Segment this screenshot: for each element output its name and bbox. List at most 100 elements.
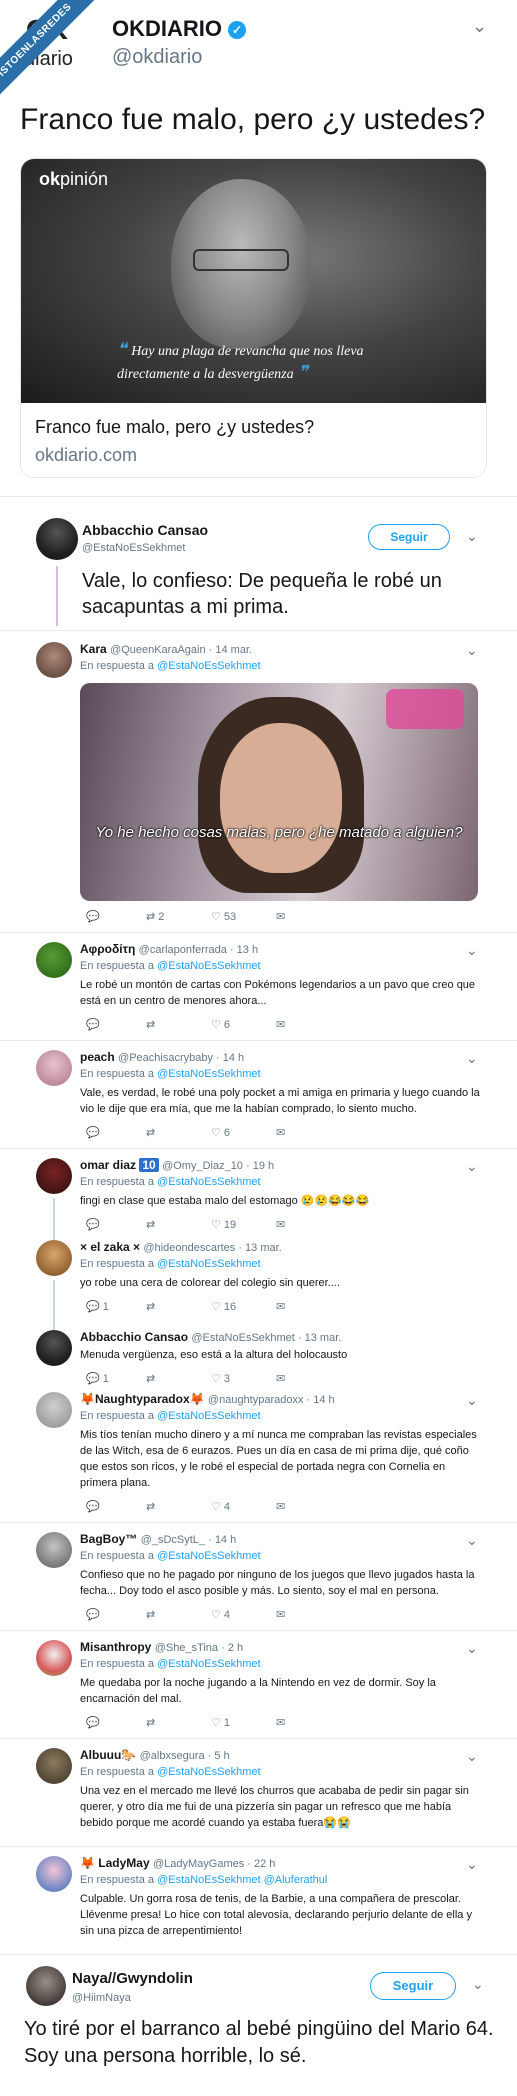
follow-button[interactable]: Seguir: [370, 1972, 456, 2000]
link-card[interactable]: okpinión ❝ Hay una plaga de revancha que…: [20, 158, 487, 478]
chevron-down-icon[interactable]: ⌄: [466, 528, 478, 545]
heart-icon[interactable]: ♡ 1: [211, 1716, 230, 1729]
reply-to-link[interactable]: @EstaNoEsSekhmet: [157, 1258, 261, 1270]
reply-icon[interactable]: 💬: [86, 1218, 100, 1231]
heart-icon[interactable]: ♡ 16: [211, 1300, 236, 1313]
user-name[interactable]: Misanthropy @She_sTina · 2 h: [80, 1640, 243, 1654]
avatar[interactable]: [36, 1532, 72, 1568]
user-name[interactable]: omar diaz 10 @Omy_Diaz_10 · 19 h: [80, 1158, 274, 1172]
account-handle[interactable]: @okdiario: [112, 46, 202, 69]
avatar[interactable]: [36, 1050, 72, 1086]
reply-to-link[interactable]: @EstaNoEsSekhmet: [157, 960, 261, 972]
avatar[interactable]: [36, 1640, 72, 1676]
user-name[interactable]: Kara @QueenKaraAgain · 14 mar.: [80, 642, 252, 656]
gif-media[interactable]: Yo he hecho cosas malas, pero ¿he matado…: [80, 683, 478, 901]
user-name[interactable]: 🦊 LadyMay @LadyMayGames · 22 h: [80, 1856, 275, 1870]
user-handle[interactable]: @Omy_Diaz_10 · 19 h: [162, 1160, 274, 1172]
avatar[interactable]: [36, 1330, 72, 1366]
reply-to-link[interactable]: @EstaNoEsSekhmet: [157, 660, 261, 672]
user-handle[interactable]: @QueenKaraAgain · 14 mar.: [110, 644, 252, 656]
avatar[interactable]: [26, 1966, 66, 2006]
avatar[interactable]: [36, 1856, 72, 1892]
user-name[interactable]: × el zaka × @hideondescartes · 13 mar.: [80, 1240, 282, 1254]
reply-to-link[interactable]: @EstaNoEsSekhmet @Aluferathul: [157, 1874, 327, 1886]
dm-icon[interactable]: ✉: [276, 1608, 285, 1621]
chevron-down-icon[interactable]: ⌄: [466, 1532, 478, 1549]
user-handle[interactable]: @carlaponferrada · 13 h: [139, 944, 258, 956]
retweet-icon[interactable]: ⇄: [146, 1218, 155, 1231]
reply-to-link[interactable]: @EstaNoEsSekhmet: [157, 1410, 261, 1422]
avatar[interactable]: [36, 518, 78, 560]
user-handle[interactable]: @EstaNoEsSekhmet: [82, 542, 186, 554]
avatar[interactable]: [36, 1240, 72, 1276]
avatar[interactable]: [36, 642, 72, 678]
chevron-down-icon[interactable]: ⌄: [466, 1392, 478, 1409]
heart-icon[interactable]: ♡ 4: [211, 1500, 230, 1513]
user-name[interactable]: Albuuu🐎 @albxsegura · 5 h: [80, 1748, 230, 1762]
heart-icon[interactable]: ♡ 6: [211, 1018, 230, 1031]
dm-icon[interactable]: ✉: [276, 1018, 285, 1031]
chevron-down-icon[interactable]: ⌄: [466, 1158, 478, 1175]
user-handle[interactable]: @EstaNoEsSekhmet · 13 mar.: [191, 1332, 341, 1344]
user-handle[interactable]: @_sDcSytL_ · 14 h: [141, 1534, 237, 1546]
reply-icon[interactable]: 💬: [86, 1500, 100, 1513]
reply-icon[interactable]: 💬 1: [86, 1372, 109, 1385]
heart-icon[interactable]: ♡ 4: [211, 1608, 230, 1621]
heart-icon[interactable]: ♡ 3: [211, 1372, 230, 1385]
chevron-down-icon[interactable]: ⌄: [466, 1856, 478, 1873]
retweet-icon[interactable]: ⇄: [146, 1300, 155, 1313]
reply-to-link[interactable]: @EstaNoEsSekhmet: [157, 1658, 261, 1670]
user-name[interactable]: Αφροδίτη @carlaponferrada · 13 h: [80, 942, 258, 956]
user-handle[interactable]: @She_sTina · 2 h: [155, 1642, 243, 1654]
reply-icon[interactable]: 💬: [86, 1126, 100, 1139]
user-name[interactable]: 🦊Naughtyparadox🦊 @naughtyparadoxx · 14 h: [80, 1392, 335, 1406]
reply-to-link[interactable]: @EstaNoEsSekhmet: [157, 1550, 261, 1562]
chevron-down-icon[interactable]: ⌄: [466, 942, 478, 959]
dm-icon[interactable]: ✉: [276, 1126, 285, 1139]
retweet-icon[interactable]: ⇄: [146, 1372, 155, 1385]
user-handle[interactable]: @LadyMayGames · 22 h: [153, 1858, 275, 1870]
reply-icon[interactable]: 💬: [86, 1716, 100, 1729]
chevron-down-icon[interactable]: ⌄: [466, 1748, 478, 1765]
chevron-down-icon[interactable]: ⌄: [472, 16, 487, 37]
heart-icon[interactable]: ♡ 19: [211, 1218, 236, 1231]
reply-to-link[interactable]: @EstaNoEsSekhmet: [157, 1766, 261, 1778]
reply-to-link[interactable]: @EstaNoEsSekhmet: [157, 1068, 261, 1080]
user-name[interactable]: peach @Peachisacrybaby · 14 h: [80, 1050, 244, 1064]
user-name[interactable]: Abbacchio Cansao: [82, 522, 208, 538]
heart-icon[interactable]: ♡ 6: [211, 1126, 230, 1139]
dm-icon[interactable]: ✉: [276, 1372, 285, 1385]
chevron-down-icon[interactable]: ⌄: [466, 1640, 478, 1657]
follow-button[interactable]: Seguir: [368, 524, 450, 550]
user-name[interactable]: Abbacchio Cansao @EstaNoEsSekhmet · 13 m…: [80, 1330, 341, 1344]
user-handle[interactable]: @hideondescartes · 13 mar.: [143, 1242, 281, 1254]
user-handle[interactable]: @Peachisacrybaby · 14 h: [118, 1052, 244, 1064]
reply-icon[interactable]: 💬: [86, 1608, 100, 1621]
dm-icon[interactable]: ✉: [276, 1218, 285, 1231]
avatar[interactable]: [36, 942, 72, 978]
reply-to-link[interactable]: @EstaNoEsSekhmet: [157, 1176, 261, 1188]
chevron-down-icon[interactable]: ⌄: [466, 642, 478, 659]
chevron-down-icon[interactable]: ⌄: [466, 1050, 478, 1067]
dm-icon[interactable]: ✉: [276, 1300, 285, 1313]
dm-icon[interactable]: ✉: [276, 1716, 285, 1729]
user-handle[interactable]: @naughtyparadoxx · 14 h: [208, 1394, 335, 1406]
user-handle[interactable]: @albxsegura · 5 h: [140, 1750, 230, 1762]
retweet-icon[interactable]: ⇄: [146, 1608, 155, 1621]
avatar[interactable]: [36, 1748, 72, 1784]
dm-icon[interactable]: ✉: [276, 910, 285, 923]
heart-icon[interactable]: ♡ 53: [211, 910, 236, 923]
retweet-icon[interactable]: ⇄ 2: [146, 910, 164, 923]
avatar[interactable]: [36, 1158, 72, 1194]
dm-icon[interactable]: ✉: [276, 1500, 285, 1513]
retweet-icon[interactable]: ⇄: [146, 1716, 155, 1729]
reply-icon[interactable]: 💬 1: [86, 1300, 109, 1313]
reply-icon[interactable]: 💬: [86, 1018, 100, 1031]
user-name[interactable]: Naya//Gwyndolin: [72, 1970, 193, 1987]
user-name[interactable]: BagBoy™ @_sDcSytL_ · 14 h: [80, 1532, 236, 1546]
account-name[interactable]: OKDIARIO ✓: [112, 16, 246, 42]
avatar[interactable]: [36, 1392, 72, 1428]
retweet-icon[interactable]: ⇄: [146, 1018, 155, 1031]
retweet-icon[interactable]: ⇄: [146, 1500, 155, 1513]
retweet-icon[interactable]: ⇄: [146, 1126, 155, 1139]
